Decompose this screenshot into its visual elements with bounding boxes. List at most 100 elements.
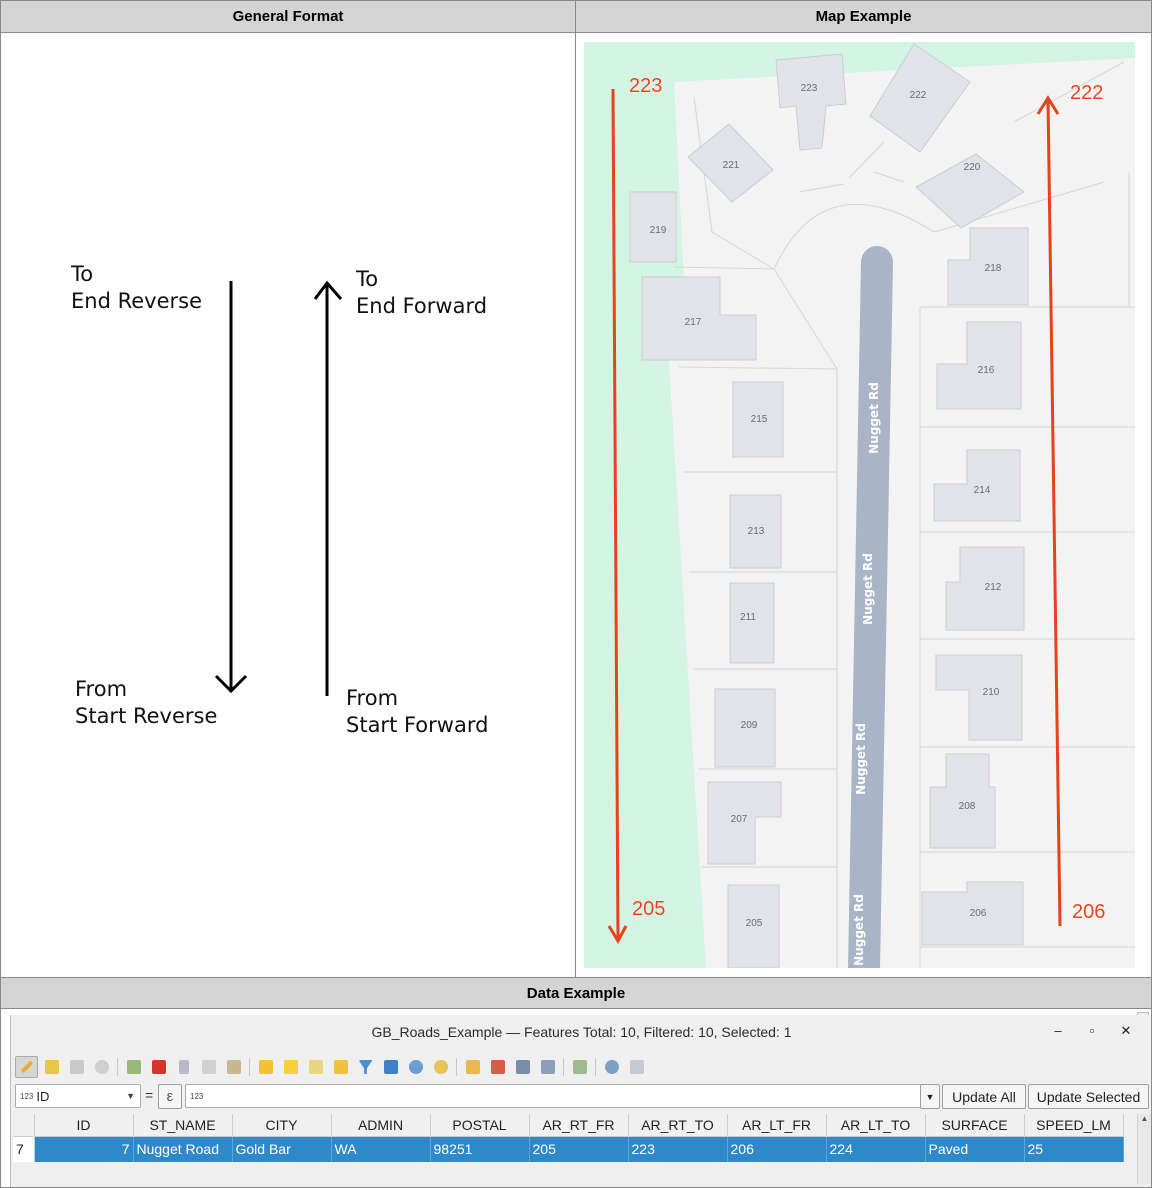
- zoom-to-selection-icon[interactable]: [429, 1056, 452, 1078]
- reverse-arrow: [214, 281, 248, 694]
- data-example-header: Data Example: [1, 978, 1151, 1009]
- building-210: [935, 654, 1023, 741]
- column-header[interactable]: CITY: [232, 1114, 332, 1137]
- parcel-label-206: 206: [970, 908, 987, 919]
- pan-to-selection-icon[interactable]: [404, 1056, 427, 1078]
- parcel-label-211: 211: [740, 612, 756, 623]
- building-211: [729, 582, 775, 664]
- field-calculator-bar: 123 ID ▼ = ε 123 ▼ Update All Update Sel…: [15, 1084, 1150, 1110]
- parcel-label-214: 214: [974, 485, 991, 496]
- parcel-label-216: 216: [978, 365, 995, 376]
- column-header[interactable]: AR_RT_FR: [529, 1114, 629, 1137]
- parcel-label-219: 219: [650, 225, 667, 236]
- invert-selection-icon[interactable]: [304, 1056, 327, 1078]
- select-by-expression-icon[interactable]: [254, 1056, 277, 1078]
- paste-cell-icon[interactable]: [486, 1056, 509, 1078]
- direction-arrows: [214, 280, 343, 696]
- toolbar-separator: [595, 1058, 596, 1076]
- parcel-label-209: 209: [741, 720, 758, 731]
- chevron-down-icon: ▼: [925, 1091, 935, 1102]
- toolbar-separator: [249, 1058, 250, 1076]
- table-cell[interactable]: Paved: [925, 1136, 1025, 1162]
- expression-button[interactable]: ε: [158, 1084, 182, 1109]
- field-type-badge: 123: [20, 1091, 34, 1101]
- map-example-header: Map Example: [576, 1, 1151, 33]
- value-input[interactable]: 123: [185, 1084, 925, 1108]
- field-selector[interactable]: 123 ID ▼: [15, 1084, 141, 1108]
- toolbar-separator: [563, 1058, 564, 1076]
- actions-icon[interactable]: [600, 1056, 623, 1078]
- attribute-table-window: GB_Roads_Example — Features Total: 10, F…: [10, 1015, 1151, 1187]
- deselect-all-icon[interactable]: [329, 1056, 352, 1078]
- add-feature-icon[interactable]: [122, 1056, 145, 1078]
- move-selection-top-icon[interactable]: [379, 1056, 402, 1078]
- table-cell[interactable]: 206: [727, 1136, 827, 1162]
- map-view[interactable]: 223 222 221 220 219 218 217 216 215 214 …: [584, 42, 1135, 968]
- parcel-label-208: 208: [959, 801, 976, 812]
- road-label-2: Nugget Rd: [861, 553, 875, 625]
- chevron-down-icon: ▼: [126, 1091, 135, 1101]
- delete-feature-icon[interactable]: [147, 1056, 170, 1078]
- copy-cell-icon[interactable]: [461, 1056, 484, 1078]
- parcel-label-213: 213: [748, 526, 765, 537]
- table-cell[interactable]: 205: [529, 1136, 629, 1162]
- arrow-label-222: 222: [1070, 82, 1103, 104]
- copy-icon[interactable]: [197, 1056, 220, 1078]
- table-cell[interactable]: 7: [34, 1136, 134, 1162]
- toolbar-separator: [117, 1058, 118, 1076]
- row-number[interactable]: 7: [13, 1136, 35, 1162]
- parcel-label-222: 222: [910, 90, 927, 101]
- column-header[interactable]: AR_LT_FR: [727, 1114, 827, 1137]
- arrow-label-206: 206: [1072, 901, 1105, 923]
- column-header[interactable]: AR_RT_TO: [628, 1114, 728, 1137]
- update-selected-button[interactable]: Update Selected: [1028, 1084, 1149, 1109]
- dock-table-icon[interactable]: [625, 1056, 648, 1078]
- attribute-table: ID ST_NAME CITY ADMIN POSTAL AR_RT_FR AR…: [13, 1114, 1124, 1162]
- road-label-3: Nugget Rd: [854, 723, 868, 795]
- table-cell[interactable]: WA: [331, 1136, 431, 1162]
- parcel-label-218: 218: [985, 263, 1002, 274]
- toggle-editing-icon[interactable]: [15, 1056, 38, 1078]
- save-edits-icon[interactable]: [65, 1056, 88, 1078]
- road-label-1: Nugget Rd: [867, 382, 881, 454]
- new-field-icon[interactable]: [511, 1056, 534, 1078]
- paste-icon[interactable]: [222, 1056, 245, 1078]
- column-header[interactable]: ID: [34, 1114, 134, 1137]
- minimize-button[interactable]: –: [1049, 1022, 1067, 1040]
- table-cell[interactable]: 223: [628, 1136, 728, 1162]
- column-header[interactable]: ST_NAME: [133, 1114, 233, 1137]
- equals-sign: =: [145, 1087, 154, 1103]
- column-header[interactable]: POSTAL: [430, 1114, 530, 1137]
- table-cell[interactable]: 25: [1024, 1136, 1124, 1162]
- parcel-label-217: 217: [685, 317, 702, 328]
- close-button[interactable]: ✕: [1117, 1022, 1135, 1040]
- table-row[interactable]: 7 7 Nugget Road Gold Bar WA 98251 205 22…: [13, 1136, 1124, 1162]
- parcel-label-223: 223: [801, 83, 818, 94]
- table-cell[interactable]: 98251: [430, 1136, 530, 1162]
- filter-icon[interactable]: [354, 1056, 377, 1078]
- column-header[interactable]: SURFACE: [925, 1114, 1025, 1137]
- multi-edit-icon[interactable]: [40, 1056, 63, 1078]
- corner-header[interactable]: [13, 1114, 35, 1137]
- table-cell[interactable]: Gold Bar: [232, 1136, 332, 1162]
- column-divider: [575, 1, 576, 978]
- vertical-scrollbar[interactable]: ▲: [1137, 1114, 1151, 1184]
- toolbar-separator: [456, 1058, 457, 1076]
- table-cell[interactable]: 224: [826, 1136, 926, 1162]
- scroll-up-icon[interactable]: ▲: [1138, 1114, 1151, 1123]
- conditional-formatting-icon[interactable]: [568, 1056, 591, 1078]
- column-header[interactable]: AR_LT_TO: [826, 1114, 926, 1137]
- column-header[interactable]: SPEED_LM: [1024, 1114, 1124, 1137]
- value-dropdown-button[interactable]: ▼: [920, 1084, 940, 1109]
- maximize-button[interactable]: ▫: [1083, 1022, 1101, 1040]
- cut-icon[interactable]: [172, 1056, 195, 1078]
- reload-icon[interactable]: [90, 1056, 113, 1078]
- table-cell[interactable]: Nugget Road: [133, 1136, 233, 1162]
- select-all-icon[interactable]: [279, 1056, 302, 1078]
- road-label-4: Nugget Rd: [852, 894, 866, 966]
- field-calculator-icon[interactable]: [536, 1056, 559, 1078]
- column-header[interactable]: ADMIN: [331, 1114, 431, 1137]
- parcel-label-221: 221: [723, 160, 740, 171]
- update-all-button[interactable]: Update All: [942, 1084, 1026, 1109]
- map-canvas: 223 222 221 220 219 218 217 216 215 214 …: [584, 42, 1135, 968]
